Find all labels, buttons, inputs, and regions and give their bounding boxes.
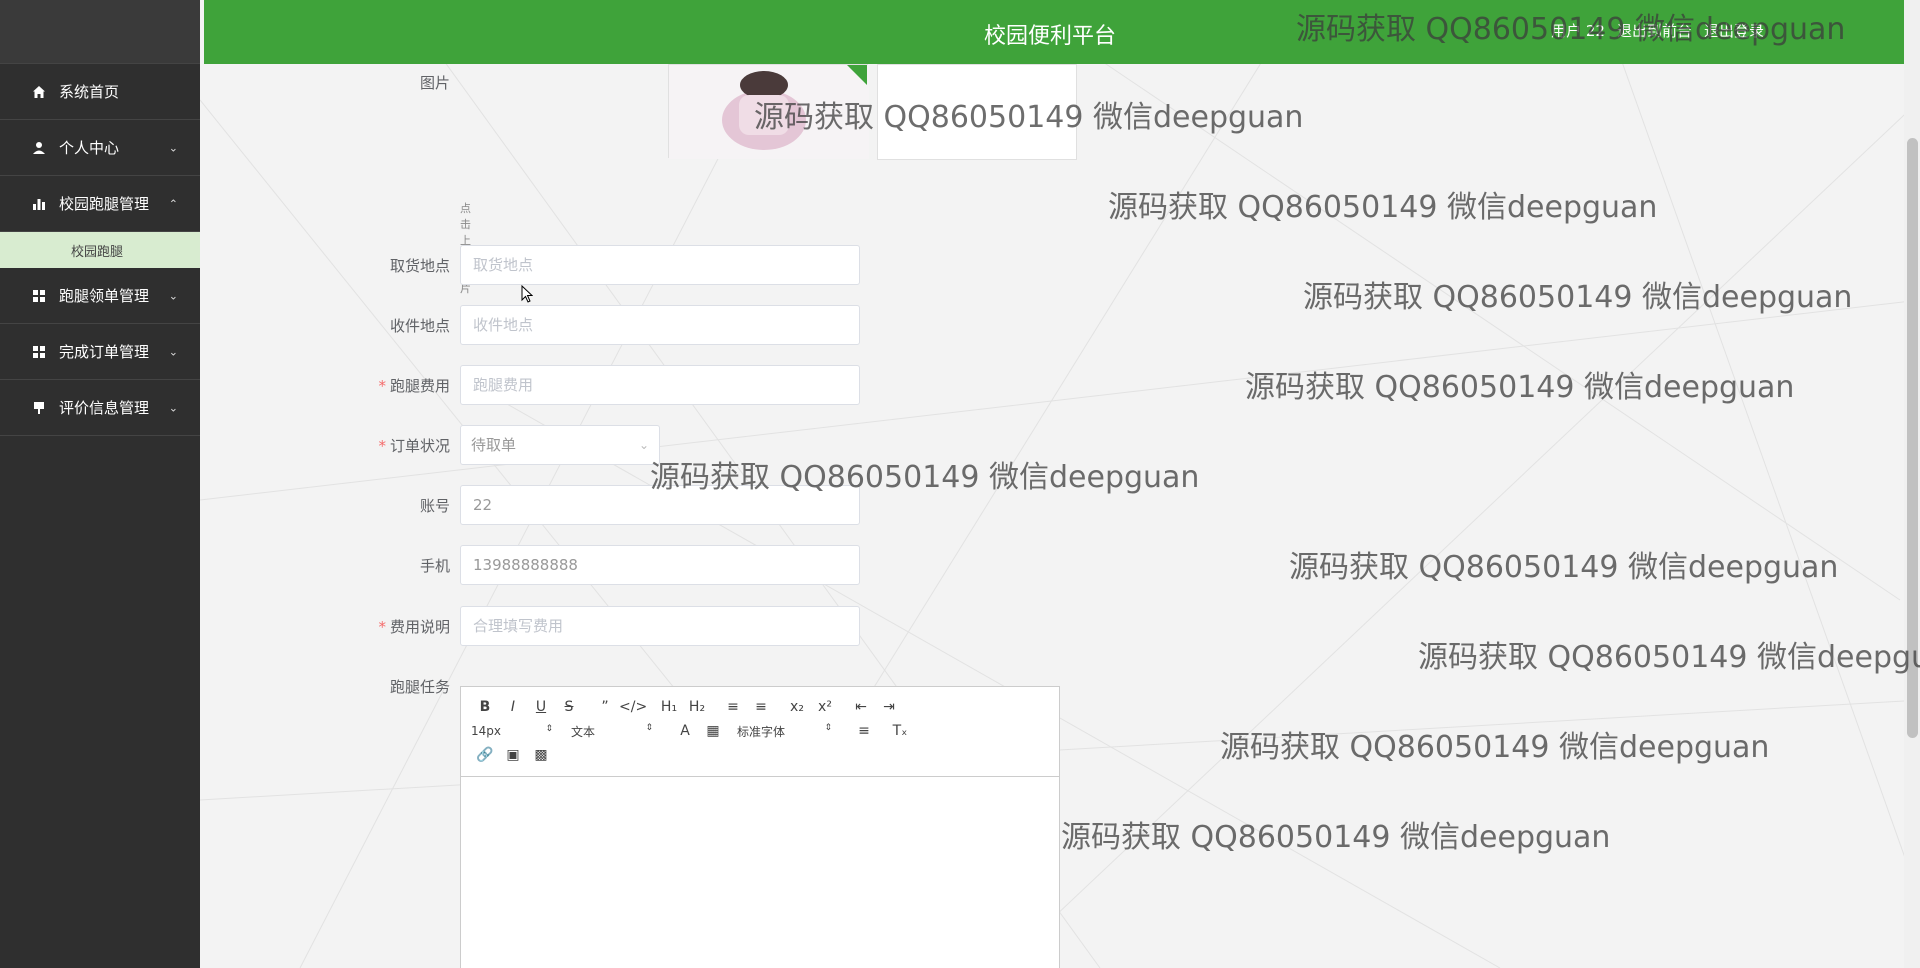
scrollbar-thumb[interactable]	[1907, 138, 1918, 738]
image-preview	[669, 65, 869, 159]
phone-input[interactable]: 13988888888	[460, 545, 860, 585]
sidebar-item-home[interactable]: 系统首页	[0, 64, 200, 120]
sidebar-item-take-order[interactable]: 跑腿领单管理 ⌄	[0, 268, 200, 324]
sidebar-item-completed-order[interactable]: 完成订单管理 ⌄	[0, 324, 200, 380]
ordered-list-icon[interactable]: ≡	[719, 699, 747, 715]
chart-icon	[31, 196, 47, 212]
back-to-front-link[interactable]: 退出到前台	[1617, 20, 1692, 41]
fee-note-input[interactable]: 合理填写费用	[460, 606, 860, 646]
chevron-down-icon: ⌄	[168, 345, 178, 358]
delivery-input[interactable]: 收件地点	[460, 305, 860, 345]
sidebar-item-label: 系统首页	[59, 83, 120, 101]
strikethrough-icon[interactable]: S	[555, 699, 583, 715]
h2-icon[interactable]: H₂	[683, 699, 711, 715]
font-size-select[interactable]: 14px ⇕	[471, 724, 553, 738]
editor-toolbar: B I U S ” </> H₁ H₂ ≡ ≡ x₂ x² ⇤ ⇥ 14px ⇕ …	[461, 687, 1059, 777]
block-type-select[interactable]: 文本 ⇕	[571, 723, 653, 740]
h1-icon[interactable]: H₁	[655, 699, 683, 715]
pickup-input[interactable]: 取货地点	[460, 245, 860, 285]
italic-icon[interactable]: I	[499, 699, 527, 715]
bold-icon[interactable]: B	[471, 699, 499, 715]
align-icon[interactable]: ≡	[850, 723, 878, 739]
code-icon[interactable]: </>	[619, 699, 647, 715]
success-corner	[847, 65, 867, 85]
image-label: 图片	[419, 74, 450, 92]
sidebar-item-label: 校园跑腿管理	[59, 195, 150, 213]
sidebar-item-label: 完成订单管理	[59, 343, 150, 361]
background-color-icon[interactable]: ▦	[699, 723, 727, 739]
sidebar-item-profile[interactable]: 个人中心 ⌄	[0, 120, 200, 176]
outdent-icon[interactable]: ⇤	[847, 699, 875, 715]
chevron-down-icon: ⌄	[168, 401, 178, 414]
status-value: 待取单	[471, 436, 517, 454]
video-icon[interactable]: ▩	[527, 747, 555, 763]
phone-label: 手机	[419, 557, 450, 575]
sidebar-item-label: 评价信息管理	[59, 399, 150, 417]
header-user-area: 用户 22 退出到前台 退出登录	[1551, 20, 1764, 41]
account-input[interactable]: 22	[460, 485, 860, 525]
rich-text-editor: B I U S ” </> H₁ H₂ ≡ ≡ x₂ x² ⇤ ⇥ 14px ⇕ …	[460, 686, 1060, 968]
pin-icon	[31, 400, 47, 416]
quote-icon[interactable]: ”	[591, 699, 619, 715]
sidebar-item-label: 跑腿领单管理	[59, 287, 150, 305]
bullet-list-icon[interactable]: ≡	[747, 699, 775, 715]
account-label: 账号	[419, 497, 450, 515]
chevron-down-icon: ⌄	[168, 141, 178, 154]
link-icon[interactable]: 🔗	[471, 747, 499, 763]
home-icon	[31, 84, 47, 100]
sidebar: 系统首页 个人中心 ⌄ 校园跑腿管理 ⌃ 校园跑腿 跑腿领单管理 ⌄ 完成订单管…	[0, 0, 200, 968]
upload-box[interactable]	[877, 64, 1077, 160]
grid-icon	[31, 344, 47, 360]
top-header: 校园便利平台 用户 22 退出到前台 退出登录	[204, 0, 1904, 64]
uploaded-image-thumb[interactable]	[668, 64, 869, 159]
image-icon[interactable]: ▣	[499, 747, 527, 763]
chevron-down-icon: ⌄	[638, 438, 649, 452]
sidebar-item-errand-manage[interactable]: 校园跑腿管理 ⌃	[0, 176, 200, 232]
fee-input[interactable]: 跑腿费用	[460, 365, 860, 405]
clear-format-icon[interactable]: Tₓ	[886, 723, 914, 739]
grid-icon	[31, 288, 47, 304]
sidebar-item-label: 个人中心	[59, 139, 120, 157]
pickup-label: 取货地点	[389, 257, 450, 275]
subscript-icon[interactable]: x₂	[783, 699, 811, 715]
task-label: 跑腿任务	[389, 678, 450, 696]
sidebar-logo-area	[0, 0, 200, 64]
status-select[interactable]: 待取单 ⌄	[460, 425, 660, 465]
chevron-down-icon: ⌄	[168, 289, 178, 302]
underline-icon[interactable]: U	[527, 699, 555, 715]
user-name-text: 用户 22	[1551, 22, 1605, 40]
superscript-icon[interactable]: x²	[811, 699, 839, 715]
logout-link[interactable]: 退出登录	[1704, 20, 1764, 41]
editor-content-area[interactable]	[461, 777, 1059, 968]
user-icon	[31, 140, 47, 156]
status-label: * 订单状况	[378, 437, 450, 455]
sidebar-subitem-errand[interactable]: 校园跑腿	[0, 232, 200, 268]
chevron-up-icon: ⌃	[168, 197, 178, 210]
font-family-select[interactable]: 标准字体 ⇕	[737, 723, 832, 740]
font-color-icon[interactable]: A	[671, 723, 699, 739]
fee-label: * 跑腿费用	[378, 377, 450, 395]
fee-note-label: * 费用说明	[378, 618, 450, 636]
sidebar-subitem-label: 校园跑腿	[71, 244, 124, 260]
page-title: 校园便利平台	[984, 24, 1117, 49]
sidebar-item-review[interactable]: 评价信息管理 ⌄	[0, 380, 200, 436]
indent-icon[interactable]: ⇥	[875, 699, 903, 715]
mouse-cursor-icon	[521, 285, 533, 303]
delivery-label: 收件地点	[389, 317, 450, 335]
